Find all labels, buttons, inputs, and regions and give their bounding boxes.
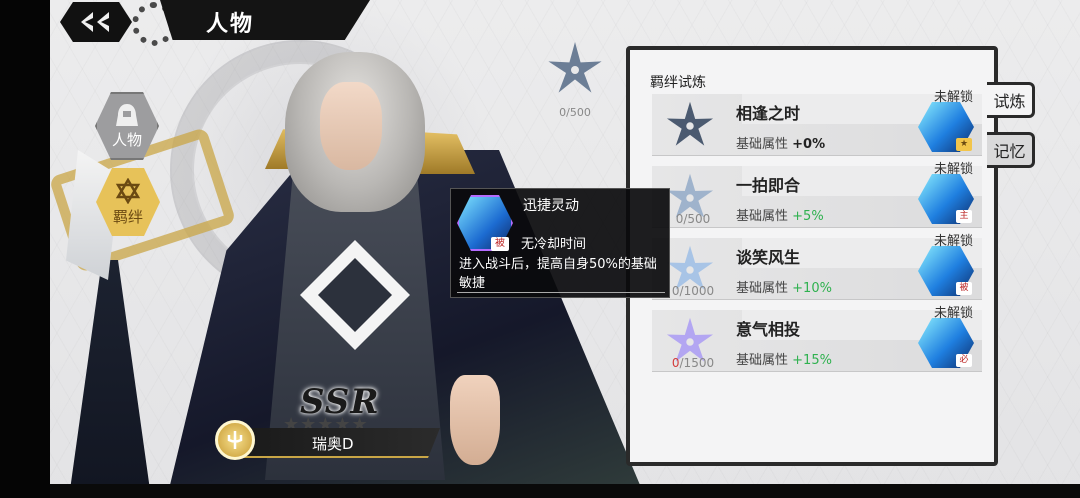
role-icon-glyph [227, 431, 243, 449]
attr-value: +15% [792, 353, 832, 368]
back-arrow-icon [81, 12, 109, 32]
lock-status: 未解锁 [934, 306, 974, 321]
character-name: 瑞奥D [312, 435, 354, 453]
tooltip-description: 进入战斗后，提高自身50%的基础敏捷 [459, 257, 657, 291]
attr-label: 基础属性 [736, 209, 789, 224]
entry-attribute: 基础属性 +15% [736, 349, 832, 368]
entry-name: 谈笑风生 [736, 248, 801, 267]
left-black-strip [0, 0, 50, 498]
trident-icon [215, 420, 255, 460]
counter-text: 0/500 [559, 106, 591, 119]
entry-name: 一拍即合 [736, 176, 801, 195]
tab-memory[interactable]: 记忆 [987, 132, 1035, 168]
bond-entry[interactable]: 0/1000 谈笑风生 基础属性 +10% 被 未解锁 [652, 234, 982, 302]
bond-entry[interactable]: 0/500 一拍即合 基础属性 +5% 主 未解锁 [652, 162, 982, 230]
entry-attribute: 基础属性 +10% [736, 277, 832, 296]
attr-label: 基础属性 [736, 137, 789, 152]
title-plate [160, 0, 370, 40]
skill-tag-icon: ★ [956, 138, 972, 151]
lock-status: 未解锁 [934, 90, 974, 105]
progress-total: /1500 [679, 356, 715, 370]
lock-status: 未解锁 [934, 162, 974, 177]
attr-value: +5% [792, 209, 824, 224]
panel-title: 羁绊试炼 [650, 75, 706, 91]
attr-label: 基础属性 [736, 281, 789, 296]
skill-tag: 必 [956, 354, 972, 367]
character-hand [450, 375, 500, 465]
star-of-david-icon [115, 177, 141, 204]
entry-attribute: 基础属性 +0% [736, 133, 825, 152]
skill-tag: 被 [956, 282, 972, 295]
character-face [320, 82, 382, 170]
entry-progress: 0/1500 [658, 356, 728, 370]
attr-label: 基础属性 [736, 353, 789, 368]
lock-status: 未解锁 [934, 234, 974, 249]
bottom-bar [50, 484, 1080, 498]
entry-name: 相逢之时 [736, 104, 801, 123]
tooltip-divider [457, 292, 665, 293]
shuriken-icon [666, 101, 714, 146]
bond-trial-panel: 羁绊试炼 相逢之时 基础属性 +0% ★ 未解锁 0/500 一拍即合 基础属性… [626, 46, 998, 466]
top-bar: 人物 [50, 0, 1080, 46]
progress-current: 0 [671, 356, 680, 370]
tooltip-title: 迅捷灵动 [523, 198, 579, 214]
page-title: 人物 [206, 12, 255, 37]
tooltip-cooldown: 无冷却时间 [521, 237, 587, 252]
back-button[interactable] [60, 2, 132, 42]
passive-tag: 被 [491, 237, 509, 251]
entry-attribute: 基础属性 +5% [736, 205, 824, 224]
bond-entry[interactable]: 相逢之时 基础属性 +0% ★ 未解锁 [652, 90, 982, 158]
hooded-figure-icon [116, 103, 138, 126]
attr-value: +0% [792, 137, 826, 152]
tab-trial[interactable]: 试炼 [987, 82, 1035, 118]
menu-item-label: 人物 [111, 130, 142, 149]
shuriken-icon [548, 42, 602, 93]
skill-tooltip: 被 迅捷灵动 无冷却时间 进入战斗后，提高自身50%的基础敏捷 [450, 188, 670, 298]
menu-item-label: 羁绊 [112, 207, 143, 226]
bond-entry[interactable]: 0/1500 意气相投 基础属性 +15% 必 未解锁 [652, 306, 982, 374]
skill-tag: 主 [956, 210, 972, 223]
attr-value: +10% [792, 281, 832, 296]
entry-name: 意气相投 [736, 320, 801, 339]
bond-progress-counter: 0/500 [540, 40, 610, 119]
